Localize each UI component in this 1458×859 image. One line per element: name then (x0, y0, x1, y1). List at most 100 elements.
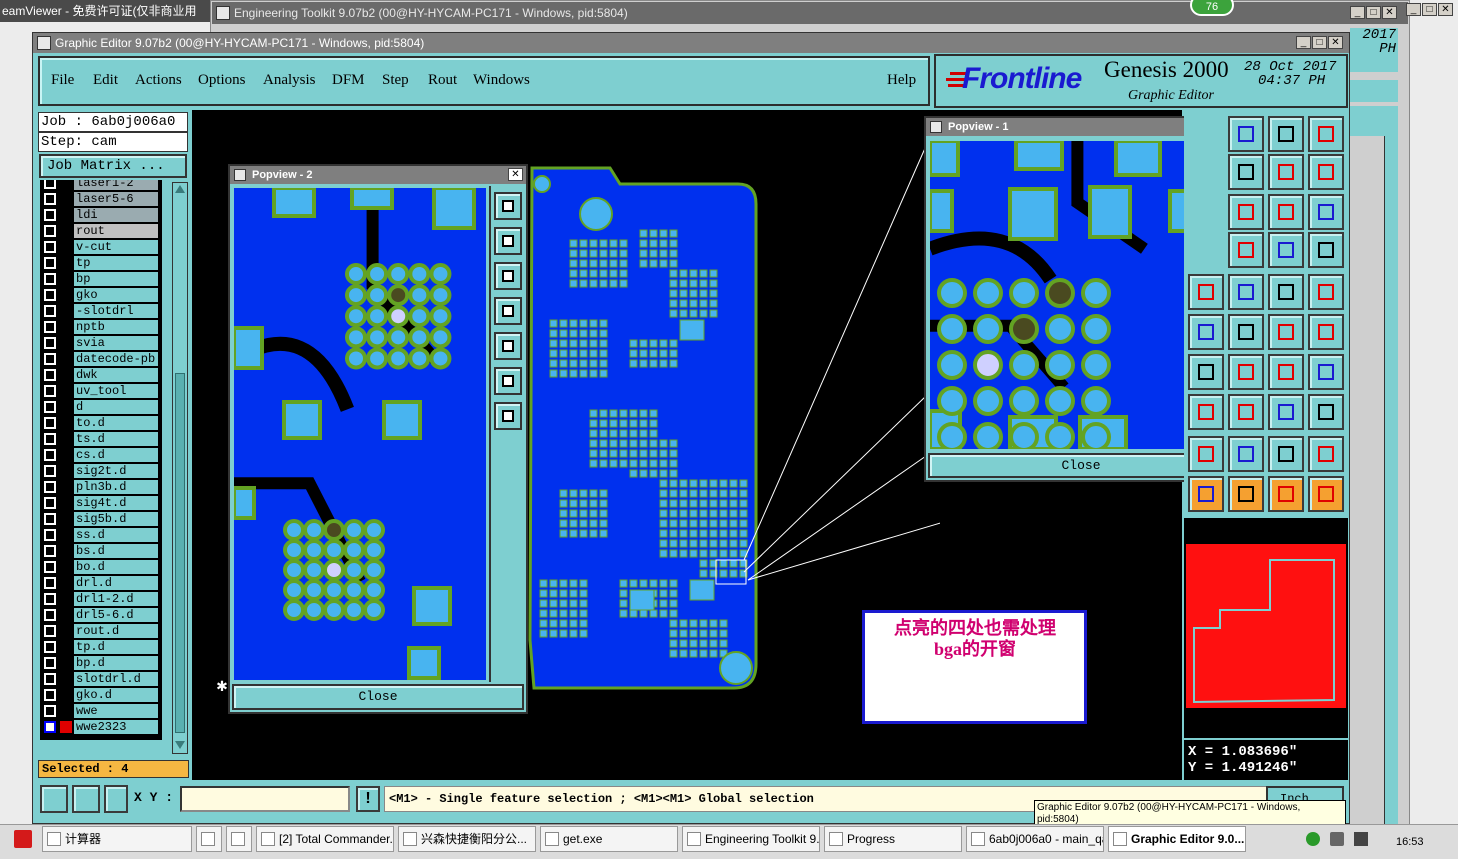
layer-row[interactable]: -slotdrl (42, 304, 158, 318)
layer-row[interactable]: tp.d (42, 640, 158, 654)
layer-affected-icon[interactable] (60, 721, 72, 733)
menu-dfm[interactable]: DFM (332, 72, 365, 89)
taskbar-item[interactable]: Engineering Toolkit 9... (682, 826, 820, 852)
layer-row[interactable]: svia (42, 336, 158, 350)
layer-checkbox[interactable] (44, 225, 56, 237)
layer-row[interactable]: cs.d (42, 448, 158, 462)
menu-options[interactable]: Options (198, 72, 246, 89)
layer-checkbox[interactable] (44, 513, 56, 525)
menu-file[interactable]: File (51, 72, 74, 89)
layer-checkbox[interactable] (44, 609, 56, 621)
palette-tool-button[interactable] (1268, 194, 1304, 230)
far-minimize-button[interactable]: _ (1406, 3, 1421, 16)
menu-help[interactable]: Help (887, 72, 916, 89)
palette-tool-button[interactable] (1308, 154, 1344, 190)
layer-scrollbar[interactable] (172, 182, 188, 754)
palette-tool-button[interactable] (1308, 274, 1344, 310)
layer-row[interactable]: ss.d (42, 528, 158, 542)
layer-row[interactable]: drl5-6.d (42, 608, 158, 622)
palette-tool-button[interactable] (1308, 394, 1344, 430)
layer-row[interactable]: pln3b.d (42, 480, 158, 494)
menu-actions[interactable]: Actions (135, 72, 182, 89)
layer-checkbox[interactable] (44, 273, 56, 285)
layer-row[interactable]: rout.d (42, 624, 158, 638)
layer-row[interactable]: nptb (42, 320, 158, 334)
layer-checkbox[interactable] (44, 209, 56, 221)
palette-tool-button[interactable] (1268, 232, 1304, 268)
view-tool-button[interactable] (494, 227, 522, 255)
palette-tool-button[interactable] (1228, 354, 1264, 390)
palette-tool-button[interactable] (1228, 314, 1264, 350)
layer-checkbox[interactable] (44, 465, 56, 477)
layer-checkbox[interactable] (44, 385, 56, 397)
menu-analysis[interactable]: Analysis (263, 72, 316, 89)
layer-checkbox[interactable] (44, 545, 56, 557)
popview-2-titlebar[interactable]: Popview - 2 (230, 166, 526, 184)
layer-checkbox[interactable] (44, 641, 56, 653)
layer-checkbox[interactable] (44, 353, 56, 365)
overview-map[interactable] (1184, 518, 1348, 738)
palette-tool-button[interactable] (1228, 394, 1264, 430)
taskbar-item[interactable] (226, 826, 252, 852)
palette-tool-button[interactable] (1268, 476, 1304, 512)
palette-tool-button[interactable] (1188, 314, 1224, 350)
palette-tool-button[interactable] (1228, 476, 1264, 512)
layer-row[interactable]: sig5b.d (42, 512, 158, 526)
view-tool-button[interactable] (494, 262, 522, 290)
layer-row[interactable]: datecode-pb (42, 352, 158, 366)
layer-checkbox[interactable] (44, 433, 56, 445)
layer-row[interactable]: bo.d (42, 560, 158, 574)
palette-tool-button[interactable] (1268, 154, 1304, 190)
layer-row[interactable]: laser1-2 (42, 180, 158, 190)
layer-row[interactable]: gko (42, 288, 158, 302)
layer-checkbox[interactable] (44, 689, 56, 701)
layer-checkbox[interactable] (44, 321, 56, 333)
taskbar-item[interactable]: 计算器 (42, 826, 192, 852)
palette-tool-button[interactable] (1228, 436, 1264, 472)
editor-minimize-button[interactable]: _ (1296, 36, 1311, 49)
xy-input[interactable] (180, 786, 350, 812)
view-tool-button[interactable] (494, 332, 522, 360)
layer-row[interactable]: drl1-2.d (42, 592, 158, 606)
layer-row[interactable]: tp (42, 256, 158, 270)
scroll-down-arrow-icon[interactable] (175, 741, 185, 749)
layer-checkbox[interactable] (44, 561, 56, 573)
palette-tool-button[interactable] (1188, 274, 1224, 310)
scroll-up-arrow-icon[interactable] (175, 185, 185, 193)
popview-2-close-button[interactable]: Close (232, 684, 524, 710)
layer-row[interactable]: dwk (42, 368, 158, 382)
layer-checkbox[interactable] (44, 657, 56, 669)
bg-close-button[interactable]: ✕ (1382, 6, 1397, 19)
menu-edit[interactable]: Edit (93, 72, 118, 89)
taskbar-item[interactable] (196, 826, 222, 852)
layer-row[interactable]: ldi (42, 208, 158, 222)
palette-tool-button[interactable] (1308, 116, 1344, 152)
taskbar-item[interactable]: get.exe (540, 826, 678, 852)
palette-tool-button[interactable] (1308, 232, 1344, 268)
view-tool-button[interactable] (494, 192, 522, 220)
layer-checkbox[interactable] (44, 497, 56, 509)
palette-tool-button[interactable] (1268, 394, 1304, 430)
palette-tool-button[interactable] (1228, 154, 1264, 190)
palette-tool-button[interactable] (1228, 116, 1264, 152)
layer-checkbox[interactable] (44, 417, 56, 429)
layer-checkbox[interactable] (44, 449, 56, 461)
grid-snap-icon[interactable] (104, 785, 128, 813)
zoom-box-icon[interactable] (40, 785, 68, 813)
layer-checkbox[interactable] (44, 705, 56, 717)
pdf-icon[interactable] (14, 830, 32, 848)
layer-row[interactable]: bp.d (42, 656, 158, 670)
layer-checkbox[interactable] (44, 721, 56, 733)
layer-checkbox[interactable] (44, 481, 56, 493)
tray-volume-icon[interactable] (1330, 832, 1344, 846)
layer-checkbox[interactable] (44, 625, 56, 637)
layer-row[interactable]: bs.d (42, 544, 158, 558)
palette-tool-button[interactable] (1188, 436, 1224, 472)
layer-row[interactable]: wwe2323 (42, 720, 158, 734)
layer-row[interactable]: laser5-6 (42, 192, 158, 206)
palette-tool-button[interactable] (1268, 354, 1304, 390)
taskbar-item[interactable]: Progress (824, 826, 962, 852)
palette-tool-button[interactable] (1268, 274, 1304, 310)
layer-checkbox[interactable] (44, 289, 56, 301)
layer-checkbox[interactable] (44, 257, 56, 269)
